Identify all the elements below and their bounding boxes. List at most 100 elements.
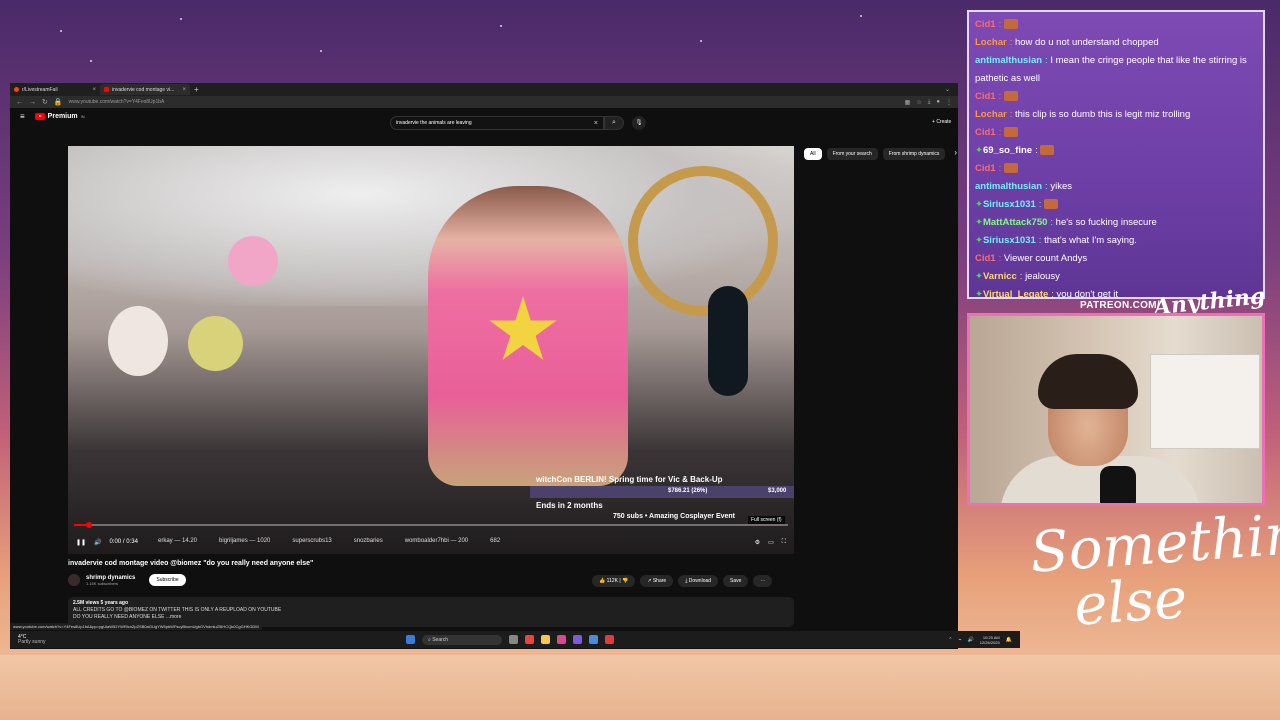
task-view-icon[interactable] [509,635,518,644]
chat-username[interactable]: Cid1 [975,253,996,264]
menu-icon[interactable]: ⋮ [946,99,952,106]
discord-icon[interactable] [573,635,582,644]
chat-username[interactable]: Virtual_Legate [983,289,1048,297]
more-icon[interactable]: ⋯ [753,575,773,587]
chat-username[interactable]: Cid1 [975,19,996,30]
scrubber-handle[interactable] [86,522,92,528]
chat-username[interactable]: antimalthusian [975,55,1042,66]
something-else-logo: Something else [1028,499,1280,638]
chat-username[interactable]: Lochar [975,37,1007,48]
chip-from-channel[interactable]: From shrimp dynamics [882,148,946,160]
channel-name[interactable]: shrimp dynamics [86,575,135,581]
weather-desc: Partly sunny [18,638,46,645]
app-icon[interactable] [557,635,566,644]
chevron-right-icon[interactable]: › [954,148,957,160]
save-button[interactable]: Save [723,575,749,587]
weather-widget[interactable]: 4°C Partly sunny [18,634,46,645]
logo-label: Premium [47,113,78,120]
chat-username[interactable]: Varnicc [983,271,1017,282]
emote-icon [1003,91,1018,102]
chat-username[interactable]: Lochar [975,109,1007,120]
avatar[interactable] [68,574,80,586]
like-button[interactable]: 👍 112K | 👎 [592,575,636,587]
search-icon: ⌕ [612,119,616,126]
profile-icon[interactable]: ● [936,99,940,106]
description-line: ALL CREDITS GO TO @BIOMEZ ON TWITTER THI… [73,607,282,613]
chat-message: Cid1: Viewer count Andys [975,253,1088,264]
chat-username[interactable]: Siriusx1031 [983,199,1036,210]
cam-mic [1100,466,1136,503]
progress-bar[interactable] [74,522,788,528]
search-input[interactable]: invadervie the animals are leaving × [390,116,604,130]
reddit-icon [14,87,19,92]
overlay-goal: $3,000 [768,488,787,494]
cam-hair [1038,354,1138,409]
overlay-subs: 750 subs • Amazing Cosplayer Event [613,513,736,520]
tab-livestreamfail[interactable]: r/LivestreamFail × [10,84,100,95]
clock[interactable]: 10:25 AM 12/26/2025 [980,635,1000,645]
chat-messages: Cid1: Lochar: how do u not understand ch… [969,12,1263,297]
subscribe-button[interactable]: Subscribe [149,574,186,586]
tab-label: r/LivestreamFail [22,86,58,93]
tab-youtube[interactable]: invadervie cod montage vi... × [100,84,190,95]
notification-icon[interactable]: 🔔 [1006,637,1012,643]
bookmark-icon[interactable]: ☆ [916,99,921,106]
forward-icon[interactable]: → [29,99,36,106]
chip-all[interactable]: All [804,148,822,160]
chat-username[interactable]: Cid1 [975,127,996,138]
chevron-up-icon[interactable]: ⌃ [948,637,952,643]
chat-message: Lochar: this clip is so dumb this is leg… [975,109,1191,120]
clear-icon[interactable]: × [594,120,598,127]
chat-username[interactable]: antimalthusian [975,181,1042,192]
url-field[interactable]: www.youtube.com/watch?v=Y4Fes8Up1bA [69,99,899,105]
create-button[interactable]: + Create [932,119,951,125]
miniplayer-icon[interactable]: ▭ [768,539,774,546]
volume-icon[interactable]: 🔊 [968,637,974,643]
chat-username[interactable]: Cid1 [975,91,996,102]
browser-icon[interactable] [525,635,534,644]
close-icon[interactable]: × [92,87,96,93]
chat-username[interactable]: Cid1 [975,163,996,174]
folder-icon[interactable] [541,635,550,644]
thumbs-down-icon[interactable]: 👎 [622,578,628,584]
windows-start-icon[interactable] [406,635,415,644]
chat-text: jealousy [1025,271,1060,282]
volume-icon[interactable]: 🔊 [94,539,101,546]
extensions-icon[interactable]: ▦ [905,99,911,106]
close-icon[interactable]: × [182,87,186,93]
new-tab-button[interactable]: + [194,85,199,94]
hamburger-icon[interactable]: ≡ [20,112,25,121]
network-icon[interactable]: ⌁ [958,637,961,643]
settings-icon[interactable]: ⚙ [755,539,760,546]
youtube-logo[interactable]: Premium IN [34,113,85,120]
taskbar-search[interactable]: ⌕ Search [422,634,502,645]
chat-username[interactable]: MattAttack750 [983,217,1047,228]
emote-icon [1003,19,1018,30]
fullscreen-icon[interactable]: ⛶ [782,539,786,546]
sub-badge-icon: ✦ [975,199,983,210]
chat-message: Cid1: [975,160,1257,178]
video-player[interactable]: witchCon BERLIN! Spring time for Vic & B… [68,146,794,554]
chat-message: Cid1: [975,124,1257,142]
sub-badge-icon: ✦ [975,145,983,156]
address-bar: ← → ↻ 🔒 www.youtube.com/watch?v=Y4Fes8Up… [10,96,958,108]
share-button[interactable]: ↗ Share [640,575,674,587]
download-button[interactable]: ⤓ Download [678,575,719,587]
download-icon[interactable]: ⤓ [928,99,931,106]
pause-icon[interactable]: ❚❚ [76,539,86,546]
chevron-down-icon[interactable]: ⌄ [945,86,950,93]
chat-text: yikes [1050,181,1072,192]
emote-icon [1003,163,1018,174]
mic-icon[interactable]: 🎙 [632,116,646,130]
tab-label: invadervie cod montage vi... [112,86,175,93]
search-button[interactable]: ⌕ [604,116,624,130]
back-icon[interactable]: ← [16,99,23,106]
chat-username[interactable]: Siriusx1031 [983,235,1036,246]
status-url: www.youtube.com/watch?v=Y4Fes8Up1bA&pp=y… [10,623,262,630]
obs-icon[interactable] [589,635,598,644]
chip-from-search[interactable]: From your search [826,148,878,160]
reload-icon[interactable]: ↻ [42,98,48,106]
channel-row: shrimp dynamics 1.15K subscribers Subscr… [68,574,186,586]
chat-username[interactable]: 69_so_fine [983,145,1032,156]
chrome-icon[interactable] [605,635,614,644]
